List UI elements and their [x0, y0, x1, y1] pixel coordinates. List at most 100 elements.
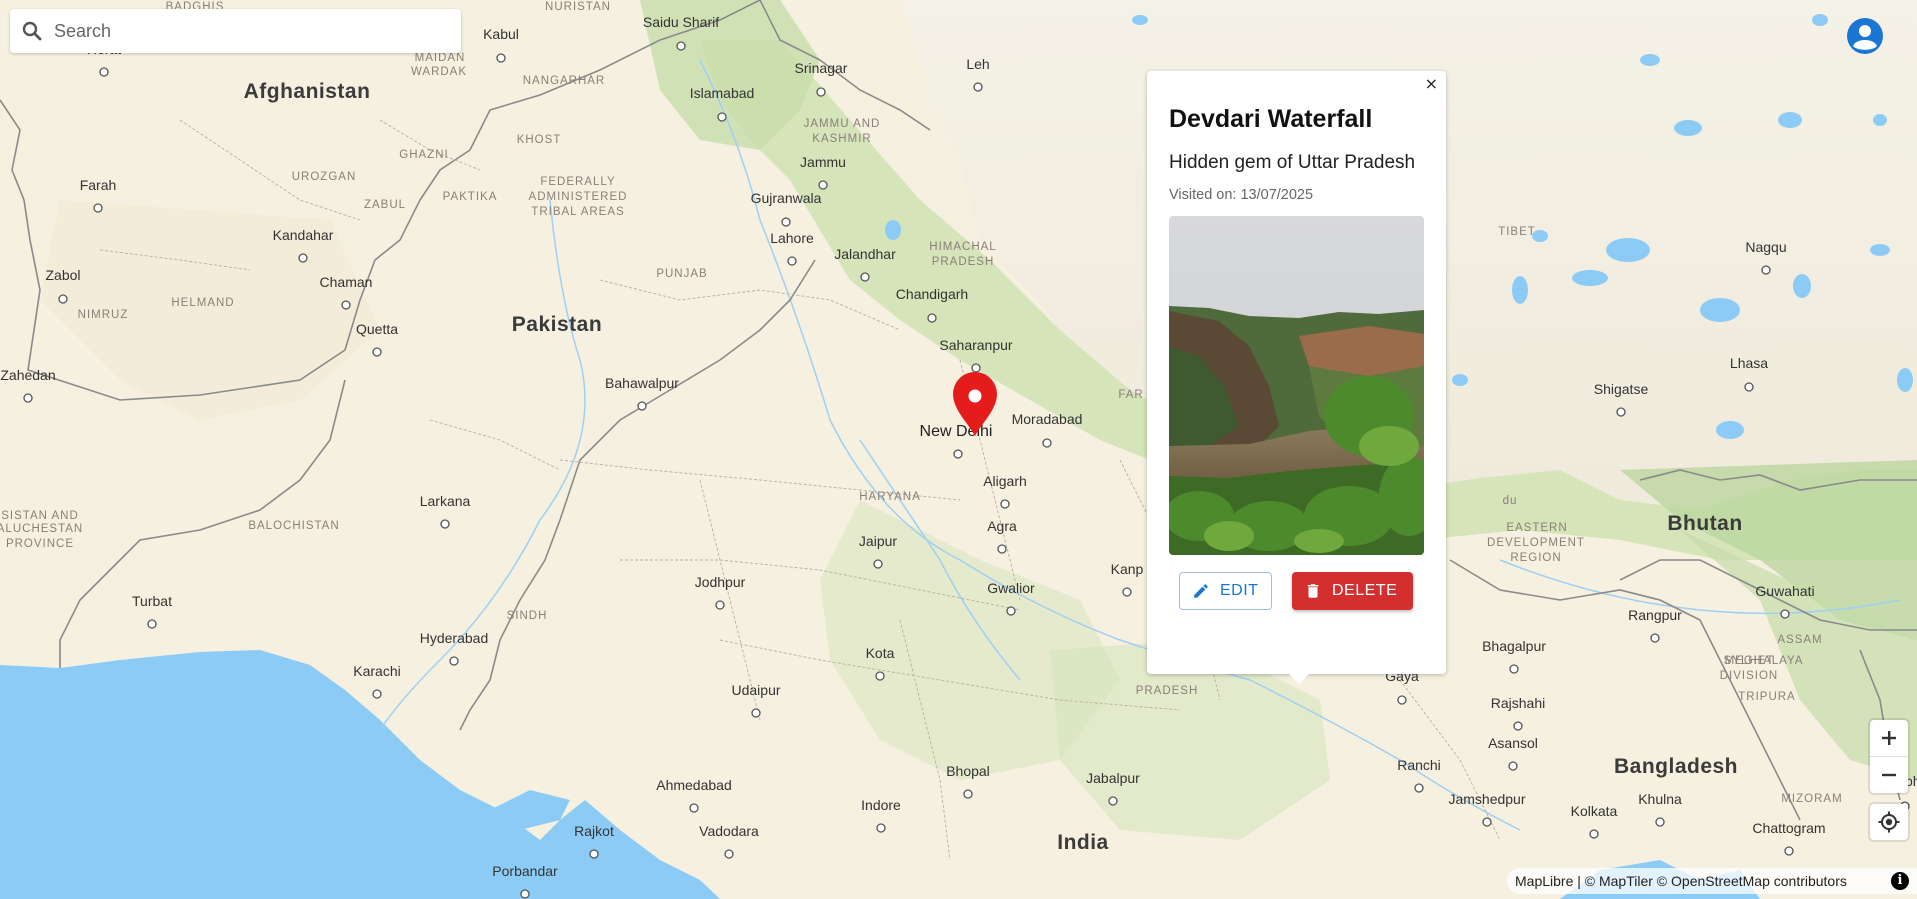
city-label: Jammu [800, 154, 846, 170]
region-label: SISTAN AND [1, 510, 79, 522]
country-label: Pakistan [512, 313, 602, 336]
city-dot [676, 41, 686, 51]
city-label: Agra [987, 518, 1017, 534]
geolocate-button[interactable] [1870, 804, 1908, 840]
plus-icon [1882, 731, 1896, 745]
city-label: Islamabad [690, 85, 755, 101]
city-label: Zahedan [0, 367, 55, 383]
city-label: Jamshedpur [1448, 791, 1525, 807]
city-dot [99, 67, 109, 77]
city-dot [372, 689, 382, 699]
city-label: Bahawalpur [605, 375, 679, 391]
city-dot [1780, 609, 1790, 619]
city-label: Kandahar [273, 227, 334, 243]
region-label: PUNJAB [656, 268, 707, 280]
city-dot [449, 656, 459, 666]
city-label: Vadodara [699, 823, 759, 839]
city-dot [1784, 846, 1794, 856]
city-dot [816, 87, 826, 97]
city-label: Saharanpur [939, 337, 1013, 353]
city-label: Gwalior [987, 580, 1035, 596]
account-icon[interactable] [1846, 17, 1884, 55]
edit-label: EDIT [1220, 582, 1259, 599]
city-label: Bhopal [946, 763, 990, 779]
city-label: Lahore [770, 230, 814, 246]
region-label: BALOCHISTAN [248, 520, 339, 532]
minus-icon [1882, 773, 1896, 777]
city-dot [1616, 407, 1626, 417]
city-label: Kolkata [1571, 803, 1618, 819]
delete-button[interactable]: DELETE [1292, 572, 1413, 610]
city-dot [971, 363, 981, 373]
region-label: FEDERALLY [540, 176, 615, 188]
city-dot [781, 217, 791, 227]
region-label: DEVELOPMENT [1487, 537, 1585, 549]
city-dot [372, 347, 382, 357]
city-label: Karachi [353, 663, 400, 679]
city-dot [751, 708, 761, 718]
trash-icon [1307, 584, 1319, 598]
city-dot [1655, 817, 1665, 827]
search-bar[interactable] [10, 9, 461, 53]
city-dot [496, 53, 506, 63]
place-description: Hidden gem of Uttar Pradesh [1169, 152, 1416, 173]
region-label: ALUCHESTAN [0, 523, 83, 535]
city-dot [147, 619, 157, 629]
popup-tip [1289, 674, 1309, 684]
city-label: Kabul [483, 26, 519, 42]
city-dot [93, 203, 103, 213]
city-label: Porbandar [492, 863, 558, 879]
region-label: PROVINCE [6, 538, 74, 550]
place-title: Devdari Waterfall [1169, 105, 1373, 133]
region-label: NANGARHAR [523, 75, 605, 87]
city-dot [1589, 829, 1599, 839]
city-label: Guwahati [1755, 583, 1814, 599]
city-label: Jalandhar [834, 246, 896, 262]
city-dot [520, 889, 530, 899]
map-canvas[interactable]: Afghanistan Pakistan India Bhutan Bangladesh… [0, 0, 1917, 899]
region-label: REGION [1510, 552, 1561, 564]
city-label: Jabalpur [1086, 770, 1140, 786]
map-attribution: MapLibre | © MapTiler © OpenStreetMap co… [1507, 868, 1917, 894]
region-label: SINDH [507, 610, 548, 622]
city-label: Bhagalpur [1482, 638, 1546, 654]
city-dot [1397, 695, 1407, 705]
visited-date: Visited on: 13/07/2025 [1169, 187, 1314, 203]
city-dot [1513, 721, 1523, 731]
city-dot [724, 849, 734, 859]
region-label: TRIPURA [1738, 691, 1795, 703]
search-input[interactable] [54, 9, 461, 53]
pencil-icon [1194, 584, 1208, 598]
city-label: Indore [861, 797, 901, 813]
region-label: JAMMU AND [804, 118, 881, 130]
edit-button[interactable]: EDIT [1179, 572, 1272, 610]
city-dot [1042, 438, 1052, 448]
city-label: Aligarh [983, 473, 1027, 489]
city-label: Quetta [356, 321, 398, 337]
city-label: Kota [866, 645, 895, 661]
country-label: Bangladesh [1614, 755, 1738, 778]
city-label: Larkana [420, 493, 471, 509]
region-label: NURISTAN [545, 1, 611, 13]
country-label: Afghanistan [244, 80, 371, 103]
place-popup: × Devdari Waterfall Hidden gem of Uttar … [1147, 71, 1446, 684]
delete-label: DELETE [1332, 582, 1398, 599]
city-label: Rajshahi [1491, 695, 1545, 711]
city-dot [1414, 783, 1424, 793]
region-label: WARDAK [411, 66, 467, 78]
city-dot [1000, 499, 1010, 509]
city-label: Jodhpur [695, 574, 746, 590]
zoom-out-button[interactable] [1870, 757, 1908, 793]
city-dot [787, 256, 797, 266]
info-icon[interactable]: i [1891, 872, 1909, 890]
city-dot [927, 313, 937, 323]
city-label: Udaipur [731, 682, 780, 698]
close-icon[interactable]: × [1425, 74, 1438, 94]
region-label: HELMAND [171, 297, 234, 309]
attribution-text[interactable]: MapLibre | © MapTiler © OpenStreetMap co… [1515, 873, 1847, 889]
zoom-in-button[interactable] [1870, 720, 1908, 756]
city-label: Farah [80, 177, 117, 193]
region-label: ZABUL [364, 199, 406, 211]
city-dot [58, 294, 68, 304]
city-label: Moradabad [1012, 411, 1083, 427]
